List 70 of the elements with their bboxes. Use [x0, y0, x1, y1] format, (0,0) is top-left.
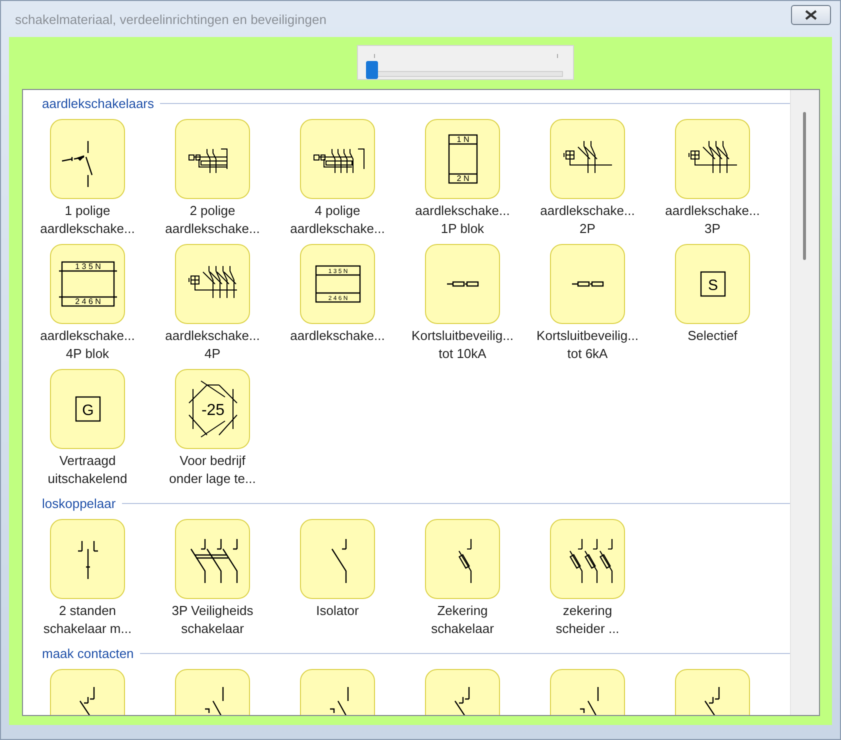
symbol-tile[interactable]: S	[675, 244, 750, 324]
symbol-label: 2 polige aardlekschake...	[165, 202, 260, 238]
symbol-label: aardlekschake... 2P	[540, 202, 635, 238]
symbol-label: 2 standen schakelaar m...	[43, 602, 132, 638]
symbol-label: Isolator	[316, 602, 359, 620]
fuse-icon	[570, 281, 604, 287]
symbol-tile[interactable]	[675, 119, 750, 199]
symbol-tile[interactable]: 1 3 5 N 2 4 6 N	[50, 244, 125, 324]
breaker-circuit-icon	[563, 140, 612, 174]
symbol-label: Kortsluitbeveilig... tot 10kA	[412, 327, 514, 363]
lettered-box-icon: S	[700, 271, 726, 297]
fuse-switch-icon	[458, 538, 472, 584]
switch-symbol-icon	[76, 540, 98, 580]
symbol-tile[interactable]	[550, 119, 625, 199]
lettered-box-icon: G	[74, 396, 100, 422]
contact-symbol-icon	[578, 686, 598, 715]
contact-symbol-icon	[454, 686, 470, 715]
terminal-block-icon: 1 N 2 N	[448, 134, 478, 184]
symbol-tile[interactable]	[175, 119, 250, 199]
scrollbar[interactable]	[790, 90, 819, 715]
switch-symbol-icon	[60, 140, 92, 188]
symbol-label: Zekering schakelaar	[431, 602, 494, 638]
symbol-label: 3P Veiligheids schakelaar	[172, 602, 254, 638]
switch-symbol-icon	[190, 538, 238, 584]
symbol-label: aardlekschake... 1P blok	[415, 202, 510, 238]
symbol-tile[interactable]	[550, 244, 625, 324]
contact-symbol-icon	[78, 686, 94, 715]
symbol-label: aardlekschake...	[290, 327, 385, 345]
breaker-circuit-icon	[188, 266, 237, 298]
symbol-tile[interactable]	[300, 119, 375, 199]
contact-symbol-icon	[704, 686, 720, 715]
symbol-tile[interactable]	[425, 244, 500, 324]
window-title: schakelmateriaal, verdeelinrichtingen en beveiligingen	[15, 12, 326, 26]
symbol-label: 4 polige aardlekschake...	[290, 202, 385, 238]
symbol-label: aardlekschake... 4P	[165, 327, 260, 363]
switch-symbol-icon	[330, 538, 346, 584]
contact-symbol-icon	[204, 686, 224, 715]
symbol-tile[interactable]	[50, 119, 125, 199]
section-header: aardlekschakelaars	[42, 96, 154, 110]
symbol-tile[interactable]: 1 N 2 N	[425, 119, 500, 199]
symbol-label: aardlekschake... 3P	[665, 202, 760, 238]
breaker-circuit-icon	[188, 148, 227, 174]
scrollbar-thumb[interactable]	[803, 112, 806, 260]
fuse-icon	[446, 281, 478, 287]
symbol-tile[interactable]	[175, 244, 250, 324]
symbol-tile[interactable]	[300, 519, 375, 599]
symbol-label: Kortsluitbeveilig... tot 6kA	[536, 327, 638, 363]
symbol-label: Vertraagd uitschakelend	[48, 452, 128, 488]
section-header: maak contacten	[42, 646, 134, 660]
terminal-block-icon: 1 3 5 N 2 4 6 N	[58, 261, 118, 307]
symbol-label: Selectief	[688, 327, 738, 345]
close-button[interactable]	[791, 5, 831, 25]
symbol-tile[interactable]	[425, 519, 500, 599]
contact-symbol-icon	[328, 686, 348, 715]
breaker-circuit-icon	[688, 140, 737, 174]
slider-thumb[interactable]	[366, 61, 378, 79]
symbol-tile[interactable]: -25	[175, 369, 250, 449]
symbol-tile[interactable]	[550, 519, 625, 599]
symbol-tile[interactable]	[50, 519, 125, 599]
section-header: loskoppelaar	[42, 496, 116, 510]
zoom-slider[interactable]	[356, 45, 574, 80]
symbol-label: Voor bedrijf onder lage te...	[169, 452, 256, 488]
symbol-label: 1 polige aardlekschake...	[40, 202, 135, 238]
symbol-tile[interactable]: G	[50, 369, 125, 449]
symbol-label: aardlekschake... 4P blok	[40, 327, 135, 363]
close-icon	[804, 10, 818, 20]
breaker-circuit-icon	[313, 148, 364, 174]
fuse-switch-icon	[568, 538, 612, 584]
symbol-tile[interactable]	[175, 519, 250, 599]
symbol-label: zekering scheider ...	[556, 602, 620, 638]
